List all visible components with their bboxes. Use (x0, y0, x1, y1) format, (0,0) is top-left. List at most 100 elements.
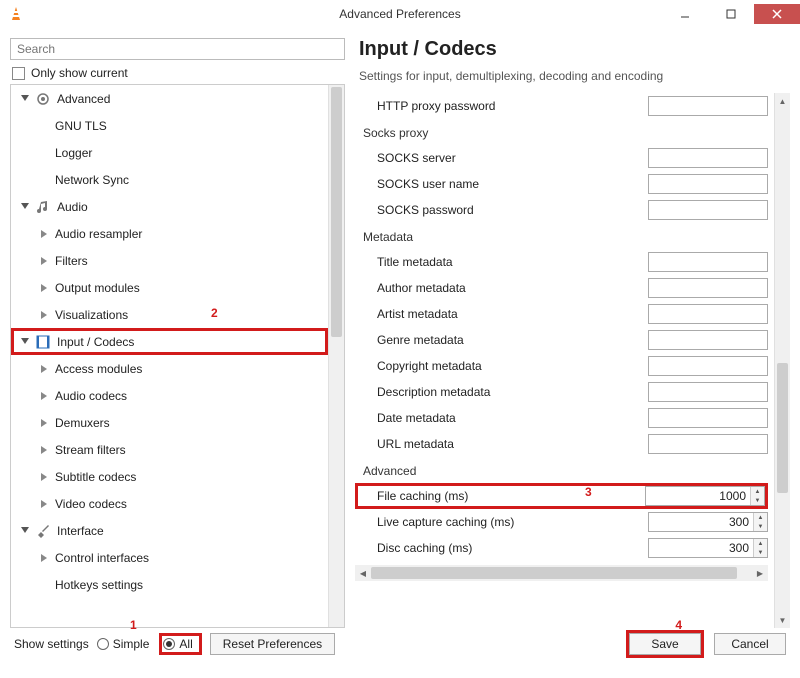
spin-down-icon[interactable]: ▼ (754, 522, 767, 531)
expand-icon (41, 284, 49, 292)
collapse-icon (21, 203, 29, 211)
tree-label: Hotkeys settings (55, 578, 143, 592)
tree-label: Interface (57, 524, 104, 538)
http-proxy-password-input[interactable] (648, 96, 768, 116)
file-caching-row: File caching (ms) 1000▲▼ (355, 483, 768, 509)
tree-label: Network Sync (55, 173, 129, 187)
field-label: Genre metadata (377, 333, 640, 347)
spin-up-icon[interactable]: ▲ (754, 539, 767, 548)
date-meta-input[interactable] (648, 408, 768, 428)
tree-item[interactable]: Audio resampler (11, 220, 328, 247)
socks-user-input[interactable] (648, 174, 768, 194)
save-button[interactable]: Save (629, 633, 701, 655)
expand-icon (41, 392, 49, 400)
spin-up-icon[interactable]: ▲ (751, 487, 764, 496)
tree-label: Access modules (55, 362, 142, 376)
tree-item[interactable]: Logger (11, 139, 328, 166)
tree-item[interactable]: Visualizations (11, 301, 328, 328)
scroll-up-icon[interactable]: ▲ (775, 93, 790, 109)
tree-item[interactable]: Audio codecs (11, 382, 328, 409)
expand-icon (41, 419, 49, 427)
cancel-button[interactable]: Cancel (714, 633, 786, 655)
url-meta-input[interactable] (648, 434, 768, 454)
tree-item[interactable]: Network Sync (11, 166, 328, 193)
field-label: Disc caching (ms) (377, 541, 640, 555)
file-caching-spinner[interactable]: 1000▲▼ (645, 486, 765, 506)
section-socks-proxy: Socks proxy (355, 119, 768, 145)
spinner-value: 300 (649, 513, 753, 531)
expand-icon (41, 500, 49, 508)
field-label: Description metadata (377, 385, 640, 399)
scroll-left-icon[interactable]: ◀ (355, 569, 371, 578)
field-label: SOCKS password (377, 203, 640, 217)
tree-item[interactable]: Subtitle codecs (11, 463, 328, 490)
spinner-value: 1000 (646, 487, 750, 505)
tree-label: GNU TLS (55, 119, 107, 133)
scroll-right-icon[interactable]: ▶ (752, 569, 768, 578)
tree-label: Filters (55, 254, 88, 268)
section-metadata: Metadata (355, 223, 768, 249)
simple-radio[interactable] (97, 638, 109, 650)
simple-radio-label: Simple (113, 637, 150, 651)
socks-server-input[interactable] (648, 148, 768, 168)
field-label: SOCKS server (377, 151, 640, 165)
tree-advanced[interactable]: Advanced (11, 85, 328, 112)
tree-input-codecs[interactable]: Input / Codecs (11, 328, 328, 355)
socks-password-input[interactable] (648, 200, 768, 220)
field-label: Artist metadata (377, 307, 640, 321)
author-meta-input[interactable] (648, 278, 768, 298)
field-label: SOCKS user name (377, 177, 640, 191)
scrollbar-thumb[interactable] (371, 567, 737, 579)
tree-item[interactable]: Stream filters (11, 436, 328, 463)
tree-item[interactable]: Hotkeys settings (11, 571, 328, 598)
copyright-meta-input[interactable] (648, 356, 768, 376)
field-label: Date metadata (377, 411, 640, 425)
live-caching-spinner[interactable]: 300▲▼ (648, 512, 768, 532)
spin-down-icon[interactable]: ▼ (754, 548, 767, 557)
preferences-tree: Advanced GNU TLS Logger Network Sync Aud… (10, 84, 345, 628)
genre-meta-input[interactable] (648, 330, 768, 350)
disc-caching-spinner[interactable]: 300▲▼ (648, 538, 768, 558)
collapse-icon (21, 95, 29, 103)
tree-item[interactable]: Access modules (11, 355, 328, 382)
reset-preferences-button[interactable]: Reset Preferences (210, 633, 335, 655)
tree-label: Video codecs (55, 497, 127, 511)
only-show-current-label: Only show current (31, 66, 128, 80)
field-label: File caching (ms) (377, 489, 637, 503)
tree-item[interactable]: Control interfaces (11, 544, 328, 571)
tree-item[interactable]: Video codecs (11, 490, 328, 517)
scrollbar-thumb[interactable] (777, 363, 788, 493)
tree-item[interactable]: Demuxers (11, 409, 328, 436)
titlebar: Advanced Preferences (0, 0, 800, 28)
spin-up-icon[interactable]: ▲ (754, 513, 767, 522)
tree-label: Subtitle codecs (55, 470, 136, 484)
tree-label: Demuxers (55, 416, 110, 430)
tree-audio[interactable]: Audio (11, 193, 328, 220)
horizontal-scrollbar[interactable]: ◀ ▶ (355, 565, 768, 581)
title-meta-input[interactable] (648, 252, 768, 272)
all-radio[interactable] (163, 638, 175, 650)
scrollbar-thumb[interactable] (331, 87, 342, 337)
tree-item[interactable]: Output modules (11, 274, 328, 301)
brush-icon (35, 523, 51, 539)
annotation-1: 1 (130, 618, 137, 632)
tree-item[interactable]: GNU TLS (11, 112, 328, 139)
tree-label: Audio (57, 200, 88, 214)
tree-interface[interactable]: Interface (11, 517, 328, 544)
tree-scrollbar[interactable] (328, 85, 344, 627)
note-icon (35, 199, 51, 215)
scroll-down-icon[interactable]: ▼ (775, 612, 790, 628)
tree-item[interactable]: Filters (11, 247, 328, 274)
only-show-current-checkbox[interactable] (12, 67, 25, 80)
collapse-icon (21, 338, 29, 346)
spin-down-icon[interactable]: ▼ (751, 496, 764, 505)
field-label: URL metadata (377, 437, 640, 451)
panel-scrollbar[interactable]: ▲ ▼ (774, 93, 790, 628)
film-icon (35, 334, 51, 350)
artist-meta-input[interactable] (648, 304, 768, 324)
expand-icon (41, 311, 49, 319)
page-title: Input / Codecs (359, 38, 790, 61)
expand-icon (41, 365, 49, 373)
description-meta-input[interactable] (648, 382, 768, 402)
search-input[interactable] (10, 38, 345, 60)
